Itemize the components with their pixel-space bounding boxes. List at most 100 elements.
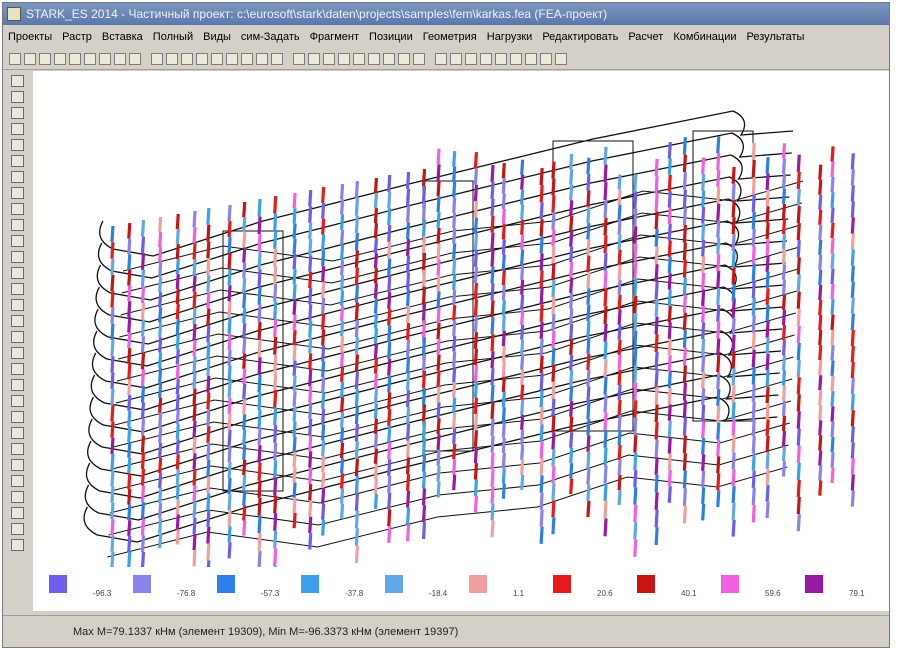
section-tool-icon[interactable] [10,427,24,439]
menu-item[interactable]: Растр [57,31,97,43]
wall-tool-icon[interactable] [10,491,24,503]
zoom-out-icon[interactable] [166,53,178,65]
dim-tool-icon[interactable] [10,235,24,247]
column-segment [158,262,163,278]
grid-icon[interactable] [293,53,305,65]
spring-tool-icon[interactable] [10,363,24,375]
support-icon[interactable] [413,53,425,65]
flag-tool-icon[interactable] [10,171,24,183]
view-iso-icon[interactable] [271,53,283,65]
load-point-icon[interactable] [10,379,24,391]
plate-icon[interactable] [398,53,410,65]
cut-icon[interactable] [69,53,81,65]
column-segment [850,185,855,202]
undo-icon[interactable] [114,53,126,65]
mesh-tool-icon[interactable] [10,459,24,471]
new-file-icon[interactable] [9,53,21,65]
material-tool-icon[interactable] [10,443,24,455]
diagram-icon[interactable] [495,53,507,65]
help-icon[interactable] [555,53,567,65]
legend-value: -96.3 [93,589,112,598]
menu-item[interactable]: Виды [198,31,236,43]
load-line-icon[interactable] [10,395,24,407]
node-tool-icon[interactable] [10,251,24,263]
open-icon[interactable] [24,53,36,65]
column-tool-icon[interactable] [10,283,24,295]
d1-tool-icon[interactable] [10,187,24,199]
column-segment [701,190,706,208]
stair-tool-icon[interactable] [10,523,24,535]
menu-item[interactable]: Геометрия [418,31,482,43]
model-viewport[interactable] [33,71,889,586]
zoom-fit-icon[interactable] [181,53,193,65]
menu-item[interactable]: Вставка [97,31,148,43]
print-icon[interactable] [510,53,522,65]
support-tool-icon[interactable] [10,331,24,343]
column-segment [751,177,756,195]
redo-icon[interactable] [129,53,141,65]
menu-item[interactable]: Нагрузки [482,31,538,43]
column-segment [110,453,115,471]
select-icon[interactable] [338,53,350,65]
column-segment [405,188,411,206]
pan-icon[interactable] [196,53,208,65]
d3-tool-icon[interactable] [10,219,24,231]
load-icon[interactable] [435,53,447,65]
opening-tool-icon[interactable] [10,507,24,519]
hinge-tool-icon[interactable] [10,347,24,359]
zoom-in-icon[interactable] [151,53,163,65]
rect-tool-icon[interactable] [10,139,24,151]
column-segment [373,463,379,480]
load-area-icon[interactable] [10,411,24,423]
calc-icon[interactable] [450,53,462,65]
line-tool-icon[interactable] [10,123,24,135]
chart-icon[interactable] [480,53,492,65]
save-icon[interactable] [39,53,51,65]
view-front-icon[interactable] [226,53,238,65]
view-top-icon[interactable] [256,53,268,65]
beam-tool-icon[interactable] [10,267,24,279]
menu-item[interactable]: Результаты [742,31,810,43]
menu-item[interactable]: Позиции [364,31,418,43]
d2-tool-icon[interactable] [10,203,24,215]
column-segment [175,484,180,500]
column-segment [490,435,495,453]
plate-tool-icon[interactable] [10,315,24,327]
menu-item[interactable]: Комбинации [668,31,741,43]
settings-icon[interactable] [540,53,552,65]
column-segment [158,442,163,459]
column-segment [436,433,441,451]
menu-item[interactable]: сим-Задать [236,31,305,43]
column-segment [354,458,360,477]
column-segment [421,303,427,321]
column-segment [617,399,622,416]
menu-item[interactable]: Фрагмент [305,31,364,43]
measure-tool-icon[interactable] [10,539,24,551]
menu-item[interactable]: Редактировать [537,31,623,43]
copy-icon[interactable] [84,53,96,65]
check-tool-icon[interactable] [10,475,24,487]
menu-item[interactable]: Полный [148,31,198,43]
copy-tool-icon[interactable] [10,107,24,119]
node-icon[interactable] [368,53,380,65]
delete-icon[interactable] [54,53,66,65]
rotate-icon[interactable] [211,53,223,65]
move-tool-icon[interactable] [10,91,24,103]
filter-icon[interactable] [353,53,365,65]
paste-icon[interactable] [99,53,111,65]
layer-icon[interactable] [323,53,335,65]
column-segment [603,483,608,501]
menu-item[interactable]: Проекты [3,31,57,43]
select-tool-icon[interactable] [10,75,24,87]
menu-item[interactable]: Расчет [623,31,668,43]
beam-icon[interactable] [383,53,395,65]
cross-tool-icon[interactable] [10,299,24,311]
export-icon[interactable] [525,53,537,65]
column-segment [586,255,591,273]
view-side-icon[interactable] [241,53,253,65]
table-icon[interactable] [308,53,320,65]
column-segment [830,192,835,208]
results-icon[interactable] [465,53,477,65]
circle-tool-icon[interactable] [10,155,24,167]
column-segment [796,257,801,275]
